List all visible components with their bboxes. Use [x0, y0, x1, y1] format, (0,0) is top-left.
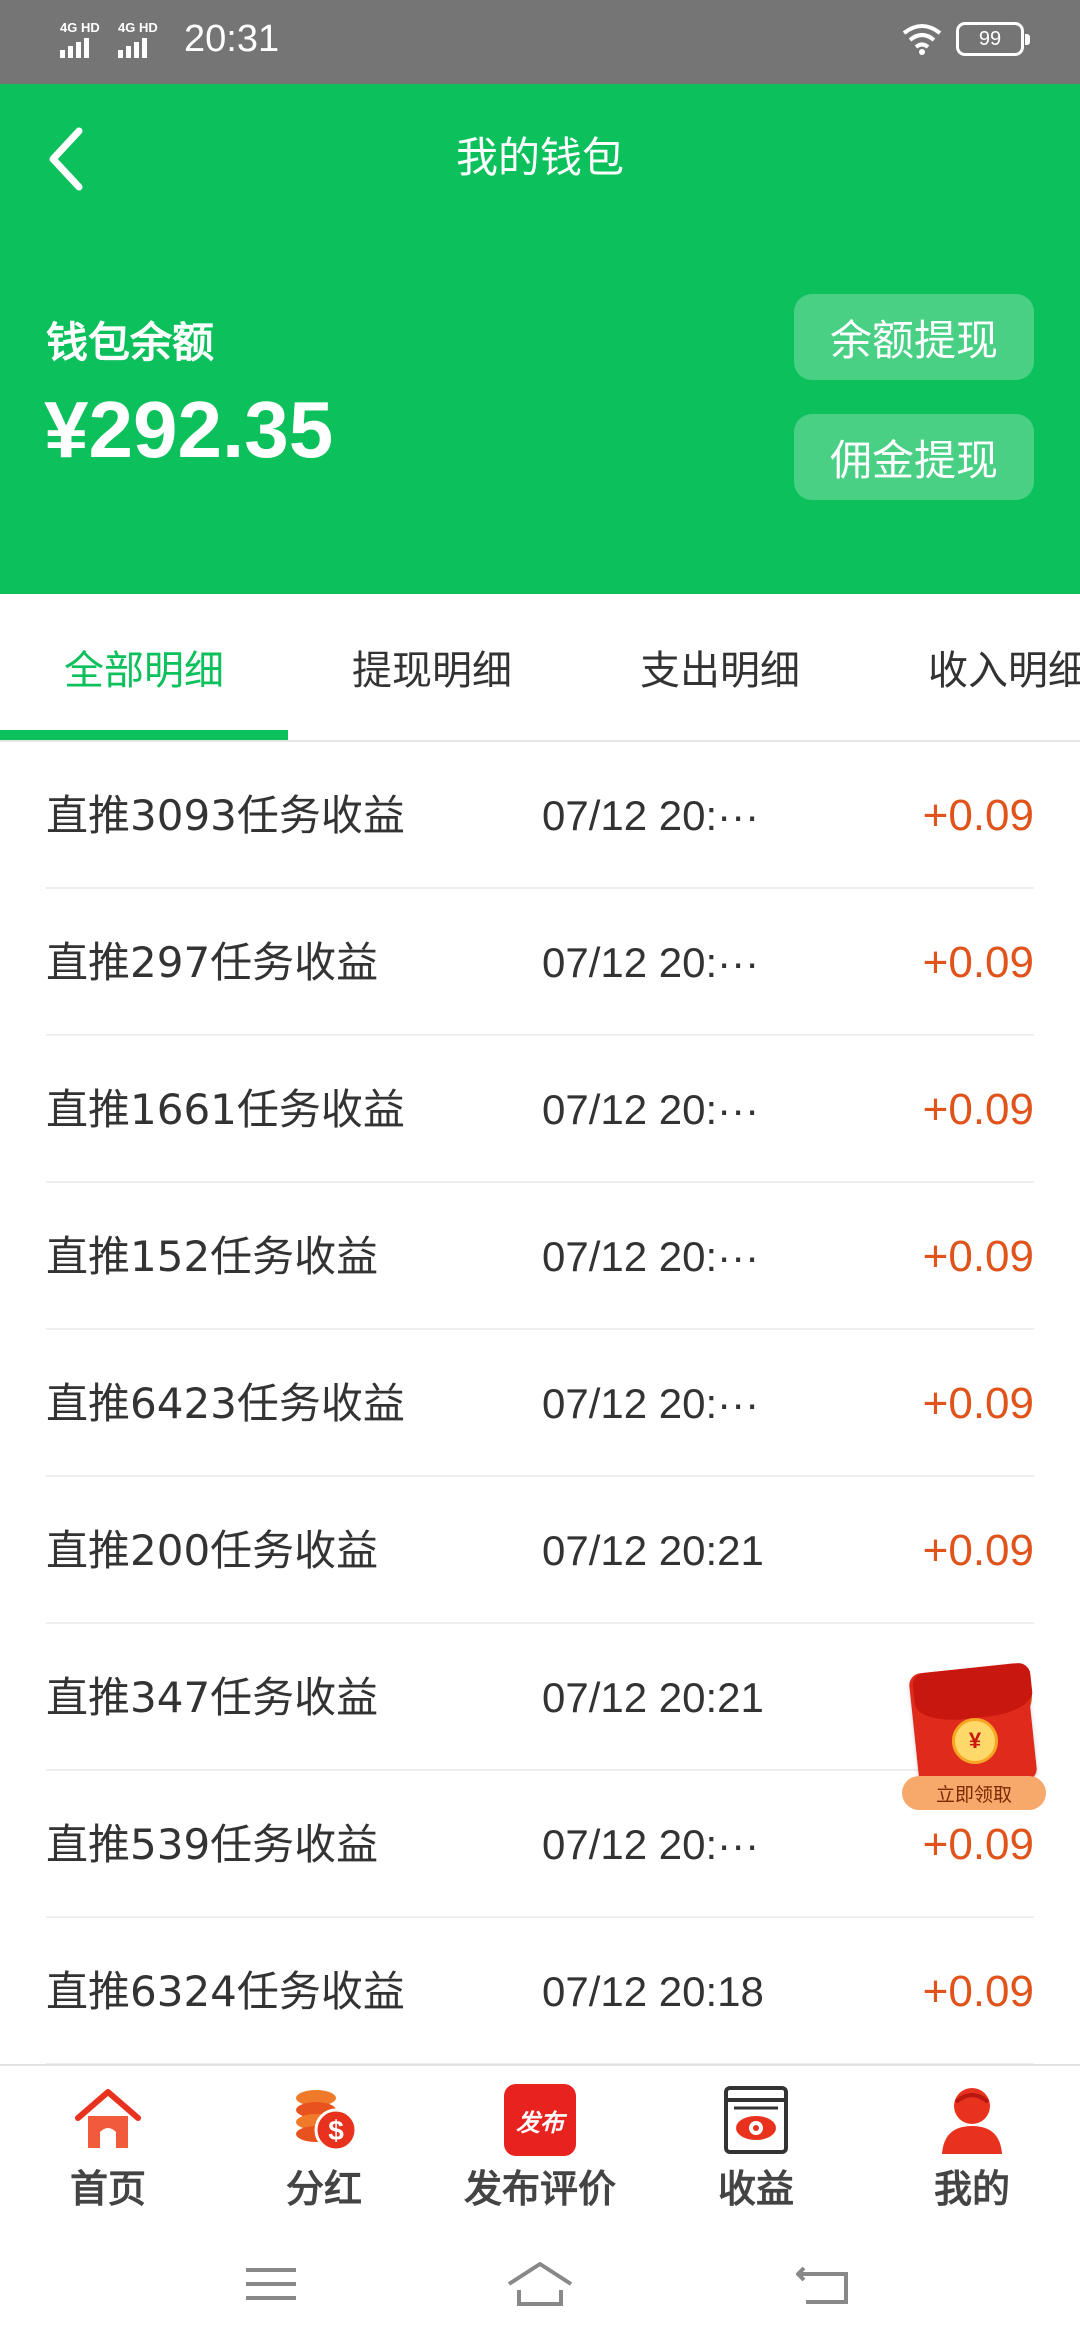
list-item[interactable]: 直推6423任务收益 07/12 20:··· +0.09: [0, 1330, 1080, 1477]
transaction-time: 07/12 20:21: [542, 1527, 764, 1574]
transaction-time: 07/12 20:18: [542, 1968, 764, 2015]
detail-tabs: 全部明细 提现明细 支出明细 收入明细: [0, 594, 1080, 742]
transaction-amount: +0.09: [922, 1232, 1034, 1281]
nav-dividend-label: 分红: [285, 2167, 362, 2211]
earnings-icon: [724, 2086, 788, 2154]
nav-home-label: 首页: [69, 2167, 146, 2211]
status-bar-right: 99: [902, 22, 1030, 56]
tab-withdraw[interactable]: 提现明细: [288, 594, 576, 740]
publish-icon: 发布: [504, 2084, 576, 2156]
transaction-name: 直推3093任务收益: [46, 791, 405, 840]
transaction-time: 07/12 20:···: [542, 1380, 760, 1427]
list-item[interactable]: 直推297任务收益 07/12 20:··· +0.09: [0, 889, 1080, 1036]
status-bar: 4G HD 4G HD 20:31 99: [0, 0, 1080, 84]
transaction-time: 07/12 20:21: [542, 1674, 764, 1721]
commission-withdraw-button[interactable]: 佣金提现: [794, 414, 1034, 500]
list-item[interactable]: 直推200任务收益 07/12 20:21 +0.09: [0, 1477, 1080, 1624]
signal-icon: 4G HD: [58, 20, 110, 60]
list-item[interactable]: 直推152任务收益 07/12 20:··· +0.09: [0, 1183, 1080, 1330]
tab-expense[interactable]: 支出明细: [576, 594, 864, 740]
nav-profile-label: 我的: [933, 2167, 1010, 2211]
balance-withdraw-button[interactable]: 余额提现: [794, 294, 1034, 380]
transaction-amount: +0.09: [922, 1967, 1034, 2016]
transaction-name: 直推200任务收益: [46, 1526, 379, 1575]
list-item[interactable]: 直推6324任务收益 07/12 20:18 +0.09: [0, 1918, 1080, 2065]
signal-label-2: 4G HD: [118, 19, 158, 35]
balance-label: 钱包余额: [46, 318, 215, 367]
transaction-name: 直推539任务收益: [46, 1820, 379, 1869]
nav-publish-label: 发布评价: [463, 2167, 616, 2211]
transaction-name: 直推1661任务收益: [46, 1085, 405, 1134]
tab-all[interactable]: 全部明细: [0, 594, 288, 740]
status-bar-left: 4G HD 4G HD 20:31: [58, 18, 279, 61]
transaction-time: 07/12 20:···: [542, 1233, 760, 1280]
transaction-amount: +0.09: [922, 791, 1034, 840]
battery-level: 99: [978, 27, 1002, 50]
transaction-name: 直推152任务收益: [46, 1232, 379, 1281]
signal-label: 4G HD: [60, 19, 100, 35]
list-item[interactable]: 直推3093任务收益 07/12 20:··· +0.09: [0, 742, 1080, 889]
claim-now-label: 立即领取: [902, 1776, 1046, 1810]
tab-indicator: [0, 730, 288, 740]
nav-earnings[interactable]: 收益: [648, 2066, 864, 2230]
page-title: 我的钱包: [455, 133, 624, 182]
nav-earnings-label: 收益: [717, 2167, 794, 2211]
signal-icon-2: 4G HD: [116, 20, 168, 60]
battery-icon: 99: [956, 22, 1030, 56]
wallet-header: 我的钱包 钱包余额 ¥292.35 余额提现 佣金提现: [0, 84, 1080, 594]
coins-icon: $: [296, 2090, 358, 2152]
transaction-time: 07/12 20:···: [542, 939, 760, 986]
home-nav-icon[interactable]: [505, 2254, 575, 2314]
home-icon: [75, 2089, 141, 2148]
wifi-icon: [902, 24, 942, 55]
system-nav-bar: [0, 2228, 1080, 2340]
nav-home[interactable]: 首页: [0, 2066, 216, 2230]
status-time: 20:31: [184, 18, 280, 60]
transaction-time: 07/12 20:···: [542, 1821, 760, 1868]
transaction-name: 直推347任务收益: [46, 1673, 379, 1722]
back-nav-icon[interactable]: [790, 2254, 860, 2314]
bottom-nav: 首页 $ 分红 发布 发布评价 收益 我的: [0, 2064, 1080, 2228]
transaction-name: 直推297任务收益: [46, 938, 379, 987]
nav-dividend[interactable]: $ 分红: [216, 2066, 432, 2230]
red-envelope-button[interactable]: ¥ 立即领取: [900, 1661, 1050, 1818]
transaction-name: 直推6423任务收益: [46, 1379, 405, 1428]
nav-profile[interactable]: 我的: [864, 2066, 1080, 2230]
transaction-time: 07/12 20:···: [542, 1086, 760, 1133]
menu-icon[interactable]: [236, 2254, 306, 2314]
transaction-time: 07/12 20:···: [542, 792, 760, 839]
svg-text:$: $: [328, 2115, 344, 2146]
list-item[interactable]: 直推1661任务收益 07/12 20:··· +0.09: [0, 1036, 1080, 1183]
publish-icon-text: 发布: [516, 2108, 564, 2137]
transaction-amount: +0.09: [922, 1085, 1034, 1134]
profile-icon: [942, 2088, 1002, 2154]
transaction-amount: +0.09: [922, 1526, 1034, 1575]
transaction-name: 直推6324任务收益: [46, 1967, 405, 2016]
transaction-amount: +0.09: [922, 1379, 1034, 1428]
tab-income[interactable]: 收入明细: [864, 594, 1080, 740]
transaction-amount: +0.09: [922, 938, 1034, 987]
balance-amount: ¥292.35: [44, 385, 334, 474]
nav-publish[interactable]: 发布 发布评价: [432, 2066, 648, 2230]
coin-icon: ¥: [952, 1718, 998, 1764]
transaction-list: 直推3093任务收益 07/12 20:··· +0.09 直推297任务收益 …: [0, 742, 1080, 2065]
